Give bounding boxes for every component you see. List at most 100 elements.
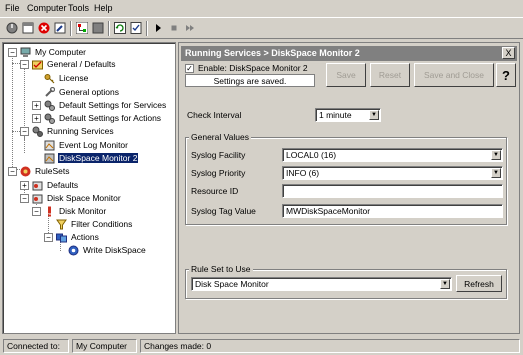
refresh-icon[interactable] xyxy=(113,21,127,35)
enable-checkbox[interactable]: ✓ xyxy=(185,64,194,73)
ruleset-dropdown[interactable]: Disk Space Monitor ▼ xyxy=(191,277,452,291)
tree-label: Disk Monitor xyxy=(59,206,107,216)
tree-node-event-log-monitor[interactable]: Event Log Monitor xyxy=(44,139,129,151)
tree-label: Actions xyxy=(71,232,99,242)
tree-view[interactable]: − My Computer − General / Defaults Licen… xyxy=(2,42,176,334)
menu-computer[interactable]: Computer xyxy=(27,3,67,13)
tree-node-filter-conditions[interactable]: Filter Conditions xyxy=(56,218,133,230)
menu-help[interactable]: Help xyxy=(94,3,113,13)
syslog-facility-label: Syslog Facility xyxy=(191,150,246,160)
next-icon[interactable] xyxy=(183,21,197,35)
stop-icon[interactable] xyxy=(37,21,51,35)
tree-node-write-diskspace[interactable]: Write DiskSpace xyxy=(68,244,147,256)
exclamation-icon xyxy=(44,206,55,217)
panel-title-bar: Running Services > DiskSpace Monitor 2 X xyxy=(181,46,517,61)
tree-label: My Computer xyxy=(35,47,87,57)
tree-node-license[interactable]: License xyxy=(44,72,89,84)
gears-icon xyxy=(44,100,55,111)
syslog-priority-dropdown[interactable]: INFO (6) ▼ xyxy=(282,166,503,180)
tree-node-disk-space-monitor[interactable]: Disk Space Monitor xyxy=(32,192,122,204)
resource-id-label: Resource ID xyxy=(191,186,239,196)
ruleset-value: Disk Space Monitor xyxy=(195,279,269,289)
expander-rulesets[interactable]: − xyxy=(8,167,17,176)
save-and-close-button[interactable]: Save and Close xyxy=(414,63,494,87)
syslog-priority-label: Syslog Priority xyxy=(191,168,246,178)
expander-defaults[interactable]: + xyxy=(20,181,29,190)
expander-default-settings-actions[interactable]: + xyxy=(32,114,41,123)
tree-label: Disk Space Monitor xyxy=(47,193,121,203)
stop-square-icon[interactable] xyxy=(167,21,181,35)
actions-icon xyxy=(56,232,67,243)
power-icon[interactable] xyxy=(5,21,19,35)
tree-label: Filter Conditions xyxy=(71,219,133,229)
chevron-down-icon[interactable]: ▼ xyxy=(491,168,501,178)
check-interval-value: 1 minute xyxy=(319,110,352,120)
rules-icon xyxy=(32,193,43,204)
expander-disk-monitor[interactable]: − xyxy=(32,207,41,216)
sheet-icon[interactable] xyxy=(21,21,35,35)
chevron-down-icon[interactable]: ▼ xyxy=(440,279,450,289)
tree-node-running-services[interactable]: Running Services xyxy=(32,125,115,137)
tree-node-default-settings-services[interactable]: Default Settings for Services xyxy=(44,99,167,111)
refresh-button[interactable]: Refresh xyxy=(456,275,502,292)
expander-disk-space-monitor[interactable]: − xyxy=(20,194,29,203)
check-interval-label: Check Interval xyxy=(187,110,242,120)
chevron-down-icon[interactable]: ▼ xyxy=(491,150,501,160)
general-values-title: General Values xyxy=(189,132,251,142)
expander-default-settings-services[interactable]: + xyxy=(32,101,41,110)
panel-title: Running Services > DiskSpace Monitor 2 xyxy=(185,48,360,58)
tree-node-my-computer[interactable]: My Computer xyxy=(20,46,87,58)
syslog-facility-dropdown[interactable]: LOCAL0 (16) ▼ xyxy=(282,148,503,162)
wrench-icon[interactable] xyxy=(53,21,67,35)
resource-id-input[interactable] xyxy=(282,184,503,198)
tree-label: General options xyxy=(59,87,120,97)
settings-panel: Running Services > DiskSpace Monitor 2 X… xyxy=(178,42,520,334)
tree-node-diskspace-monitor-2[interactable]: DiskSpace Monitor 2 xyxy=(44,152,139,164)
tree-node-default-settings-actions[interactable]: Default Settings for Actions xyxy=(44,112,162,124)
expander-running-services[interactable]: − xyxy=(20,127,29,136)
tree-label: Default Settings for Services xyxy=(59,100,167,110)
tree-label: General / Defaults xyxy=(47,59,116,69)
tree-label: License xyxy=(59,73,89,83)
syslog-priority-value: INFO (6) xyxy=(286,168,320,178)
tree-label: Event Log Monitor xyxy=(59,140,128,150)
tree-label: DiskSpace Monitor 2 xyxy=(58,153,139,163)
status-connected-value: My Computer xyxy=(72,339,137,353)
tree-icon[interactable] xyxy=(75,21,89,35)
play-icon[interactable] xyxy=(151,21,165,35)
save-status: Settings are saved. xyxy=(185,74,315,87)
expander-general-defaults[interactable]: − xyxy=(20,60,29,69)
menu-file[interactable]: File xyxy=(5,3,20,13)
chevron-down-icon[interactable]: ▼ xyxy=(369,110,379,120)
expander-my-computer[interactable]: − xyxy=(8,48,17,57)
tree-node-defaults[interactable]: Defaults xyxy=(32,179,79,191)
wrench-icon xyxy=(44,86,56,98)
close-button[interactable]: X xyxy=(502,47,515,59)
action-gear-icon xyxy=(68,245,79,256)
enable-label: Enable: DiskSpace Monitor 2 xyxy=(198,63,308,73)
help-button[interactable]: ? xyxy=(496,63,516,87)
tree-node-general-defaults[interactable]: General / Defaults xyxy=(32,58,117,70)
sheet-check-icon[interactable] xyxy=(129,21,143,35)
menu-tools[interactable]: Tools xyxy=(68,3,89,13)
save-button[interactable]: Save xyxy=(326,63,366,87)
filter-icon xyxy=(56,219,67,230)
check-interval-dropdown[interactable]: 1 minute ▼ xyxy=(315,108,381,122)
tree-label: Running Services xyxy=(47,126,114,136)
tree-node-disk-monitor[interactable]: Disk Monitor xyxy=(44,205,107,217)
tree-node-actions[interactable]: Actions xyxy=(56,231,100,243)
key-icon xyxy=(44,73,55,84)
gears-icon xyxy=(44,113,55,124)
syslog-tag-label: Syslog Tag Value xyxy=(191,206,256,216)
status-changes: Changes made: 0 xyxy=(140,339,520,353)
tree-label: Default Settings for Actions xyxy=(59,113,162,123)
expander-actions[interactable]: − xyxy=(44,233,53,242)
gears-icon xyxy=(32,126,43,137)
rules-icon xyxy=(32,180,43,191)
gray-square-icon[interactable] xyxy=(91,21,105,35)
tree-node-general-options[interactable]: General options xyxy=(44,86,120,98)
syslog-tag-input[interactable]: MWDiskSpaceMonitor xyxy=(282,204,503,218)
tree-node-rulesets[interactable]: RuleSets xyxy=(20,165,71,177)
reset-button[interactable]: Reset xyxy=(370,63,410,87)
menu-bar: File Computer Tools Help xyxy=(0,0,523,16)
